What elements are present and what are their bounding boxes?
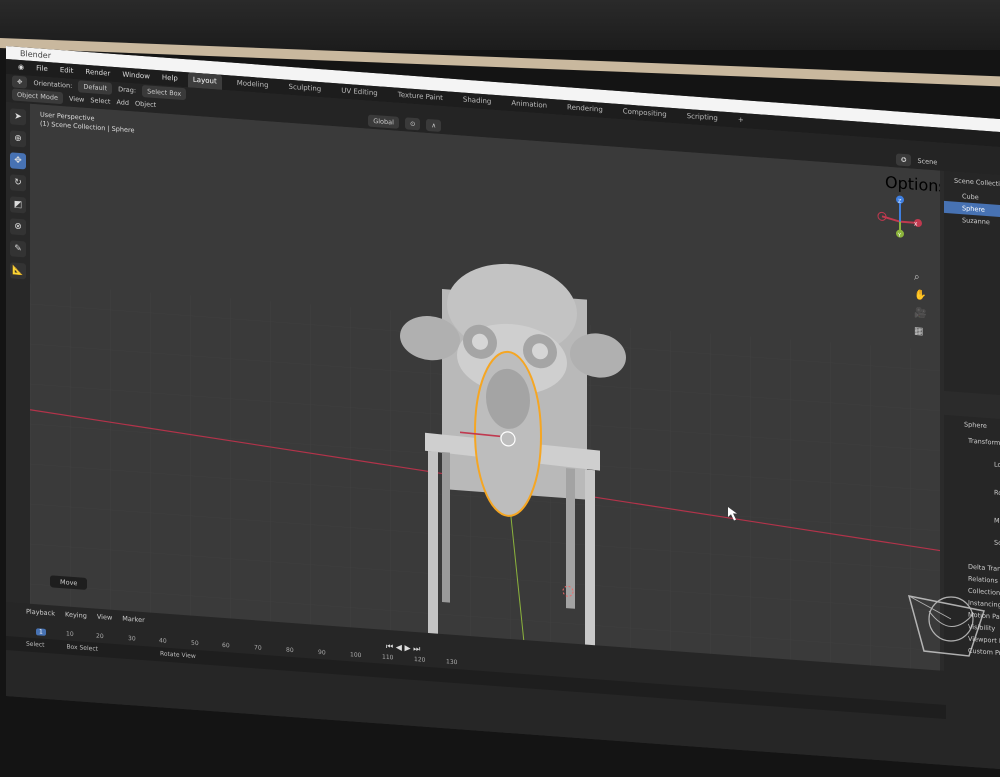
toolbar: ➤ ⊕ ✥ ↻ ◩ ⊗ ✎ 📐 bbox=[6, 102, 30, 604]
camera-view-icon[interactable]: 🎥 bbox=[914, 305, 926, 324]
status-rotate-view: Rotate View bbox=[159, 650, 196, 660]
status-select: Select bbox=[26, 640, 45, 649]
frame-tick: 100 bbox=[350, 651, 362, 660]
gizmo-x-label: X bbox=[914, 222, 918, 228]
frame-tick: 130 bbox=[446, 658, 458, 667]
header-menu-add[interactable]: Add bbox=[116, 96, 129, 109]
menu-help[interactable]: Help bbox=[162, 70, 178, 86]
frame-tick: 30 bbox=[128, 634, 136, 643]
current-frame-indicator[interactable]: 1 bbox=[36, 628, 46, 636]
perspective-toggle-icon[interactable]: ▦ bbox=[914, 323, 926, 342]
play-icon[interactable]: ▶ bbox=[404, 643, 410, 652]
header-menu-view[interactable]: View bbox=[69, 93, 84, 106]
timeline-menu-playback[interactable]: Playback bbox=[26, 607, 55, 617]
operator-panel-label: Move bbox=[60, 577, 78, 588]
scene-icon[interactable]: ✪ bbox=[896, 153, 912, 167]
gizmo-z-label: Z bbox=[898, 199, 902, 205]
jump-start-icon[interactable]: ⏮ bbox=[386, 642, 393, 652]
blender-window: Blender ◉ File Edit Render Window Help L… bbox=[6, 46, 1000, 777]
navigation-gizmo[interactable]: X Y Z bbox=[872, 190, 932, 254]
menu-file[interactable]: File bbox=[36, 61, 48, 77]
window-title: Blender bbox=[20, 49, 51, 61]
header-menu-select[interactable]: Select bbox=[90, 94, 110, 107]
frame-tick: 90 bbox=[318, 648, 326, 657]
outliner-item-suzanne[interactable]: Suzanne bbox=[944, 213, 1000, 237]
jump-end-icon[interactable]: ⏭ bbox=[413, 644, 420, 654]
proportional-editing-icon[interactable]: ∧ bbox=[426, 118, 442, 132]
header-menu-object[interactable]: Object bbox=[135, 97, 156, 111]
add-workspace-button[interactable]: + bbox=[733, 112, 749, 128]
viewport-nav-buttons: ⌕ ✋ 🎥 ▦ bbox=[914, 269, 926, 342]
frame-tick: 110 bbox=[382, 653, 394, 662]
frame-tick: 80 bbox=[286, 646, 294, 655]
monitor-bezel bbox=[0, 0, 1000, 50]
status-box-select: Box Select bbox=[66, 643, 99, 653]
zoom-icon[interactable]: ⌕ bbox=[914, 269, 926, 288]
timeline-menu-view[interactable]: View bbox=[97, 613, 112, 622]
mode-dropdown[interactable]: Object Mode bbox=[12, 88, 63, 105]
viewport-scene bbox=[30, 103, 940, 681]
drag-label: Drag: bbox=[118, 85, 137, 95]
snap-icon[interactable]: ⊙ bbox=[404, 117, 421, 131]
frame-tick: 70 bbox=[254, 644, 262, 652]
blender-logo-icon[interactable]: ◉ bbox=[18, 60, 24, 75]
transform-tool-icon[interactable]: ✥ bbox=[12, 75, 28, 89]
rotate-tool-icon[interactable]: ↻ bbox=[10, 174, 26, 192]
measure-tool-icon[interactable]: 📐 bbox=[10, 262, 26, 280]
timeline-menu-keying[interactable]: Keying bbox=[65, 610, 87, 620]
play-reverse-icon[interactable]: ◀ bbox=[396, 643, 402, 652]
frame-tick: 120 bbox=[414, 655, 426, 664]
cursor-tool-icon[interactable]: ⊕ bbox=[10, 130, 26, 148]
orientation-dropdown[interactable]: Default bbox=[78, 80, 113, 95]
outliner: Scene Collection Cube Sphere Suzanne bbox=[944, 170, 1000, 404]
annotate-tool-icon[interactable]: ✎ bbox=[10, 240, 26, 258]
3d-viewport[interactable]: User Perspective (1) Scene Collection | … bbox=[30, 103, 940, 681]
select-tool-icon[interactable]: ➤ bbox=[10, 108, 26, 126]
move-tool-icon[interactable]: ✥ bbox=[10, 152, 26, 170]
frame-tick: 20 bbox=[96, 632, 104, 641]
timeline-menu-marker[interactable]: Marker bbox=[122, 615, 144, 625]
pan-hand-icon[interactable]: ✋ bbox=[914, 287, 926, 306]
transform-orientation-dropdown[interactable]: Global bbox=[368, 114, 399, 129]
menu-edit[interactable]: Edit bbox=[60, 63, 74, 79]
frame-tick: 50 bbox=[191, 639, 199, 648]
scale-tool-icon[interactable]: ◩ bbox=[10, 196, 26, 214]
frame-tick: 40 bbox=[159, 637, 167, 645]
scene-label[interactable]: Scene bbox=[917, 155, 937, 168]
transform-tool-icon[interactable]: ⊗ bbox=[10, 218, 26, 236]
frame-tick: 10 bbox=[66, 630, 74, 638]
frame-tick: 60 bbox=[222, 641, 230, 650]
playback-controls: ⏮ ◀ ▶ ⏭ bbox=[386, 642, 420, 655]
watermark-logo bbox=[907, 595, 985, 657]
